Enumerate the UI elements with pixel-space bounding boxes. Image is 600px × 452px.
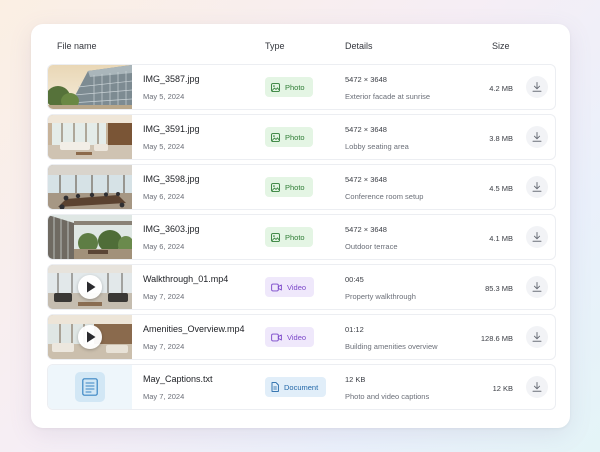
download-icon — [532, 82, 542, 92]
file-date: May 7, 2024 — [143, 392, 185, 401]
column-header-type: Type — [265, 41, 285, 51]
file-thumbnail — [48, 215, 132, 259]
details-duration: 00:45 — [345, 275, 364, 284]
file-size: 4.2 MB — [489, 84, 513, 93]
image-icon — [271, 232, 280, 242]
download-button[interactable] — [526, 376, 548, 398]
download-icon — [532, 182, 542, 192]
download-icon — [532, 382, 542, 392]
file-size: 4.5 MB — [489, 184, 513, 193]
type-label: Photo — [285, 182, 305, 192]
type-label: Photo — [285, 232, 305, 242]
download-button[interactable] — [526, 326, 548, 348]
table-row[interactable]: IMG_3598.jpg May 6, 2024 Photo 5472 × 36… — [47, 164, 556, 210]
download-icon — [532, 132, 542, 142]
file-date: May 6, 2024 — [143, 192, 185, 201]
file-list-card: File name Type Details Size IMG_3587.jpg… — [31, 24, 570, 428]
file-name: IMG_3591.jpg — [143, 124, 200, 134]
file-date: May 6, 2024 — [143, 242, 185, 251]
file-name: IMG_3603.jpg — [143, 224, 200, 234]
download-icon — [532, 232, 542, 242]
file-name: IMG_3598.jpg — [143, 174, 200, 184]
type-badge: Photo — [265, 177, 313, 197]
table-row[interactable]: IMG_3591.jpg May 5, 2024 Photo 5472 × 36… — [47, 114, 556, 160]
type-badge: Video — [265, 277, 315, 297]
file-name: Walkthrough_01.mp4 — [143, 274, 229, 284]
file-rows: IMG_3587.jpg May 5, 2024 Photo 5472 × 36… — [47, 64, 556, 414]
download-button[interactable] — [526, 276, 548, 298]
download-button[interactable] — [526, 76, 548, 98]
video-camera-icon — [271, 333, 282, 341]
document-icon — [271, 382, 279, 392]
file-size: 128.6 MB — [480, 334, 513, 343]
file-date: May 7, 2024 — [143, 342, 185, 351]
type-label: Video — [287, 332, 307, 342]
table-row[interactable]: Walkthrough_01.mp4 May 7, 2024 Video 00:… — [47, 264, 556, 310]
type-badge: Photo — [265, 227, 313, 247]
file-date: May 5, 2024 — [143, 142, 185, 151]
details-duration: 01:12 — [345, 325, 364, 334]
file-name: IMG_3587.jpg — [143, 74, 200, 84]
table-header: File name Type Details Size — [31, 24, 570, 64]
table-row[interactable]: IMG_3603.jpg May 6, 2024 Photo 5472 × 36… — [47, 214, 556, 260]
file-size: 85.3 MB — [485, 284, 513, 293]
details-primary: 5472 × 3648 — [345, 175, 387, 184]
play-button[interactable] — [78, 275, 102, 299]
type-badge: Document — [265, 377, 327, 397]
details-primary: 5472 × 3648 — [345, 225, 387, 234]
type-label: Video — [287, 282, 307, 292]
details-description: Outdoor terrace — [345, 242, 398, 251]
type-label: Document — [284, 382, 319, 392]
download-button[interactable] — [526, 126, 548, 148]
details-description: Photo and video captions — [345, 392, 430, 401]
file-size: 3.8 MB — [489, 134, 513, 143]
download-button[interactable] — [526, 176, 548, 198]
type-label: Photo — [285, 132, 305, 142]
file-date: May 5, 2024 — [143, 92, 185, 101]
file-size: 12 KB — [492, 384, 513, 393]
download-button[interactable] — [526, 226, 548, 248]
file-thumbnail — [48, 115, 132, 159]
file-thumbnail — [48, 315, 132, 359]
table-row[interactable]: IMG_3587.jpg May 5, 2024 Photo 5472 × 36… — [47, 64, 556, 110]
file-name: Amenities_Overview.mp4 — [143, 324, 245, 334]
details-description: Property walkthrough — [345, 292, 416, 301]
details-description: Lobby seating area — [345, 142, 409, 151]
file-date: May 7, 2024 — [143, 292, 185, 301]
details-primary: 5472 × 3648 — [345, 125, 387, 134]
table-row[interactable]: Amenities_Overview.mp4 May 7, 2024 Video… — [47, 314, 556, 360]
document-tile — [75, 372, 105, 402]
file-size: 4.1 MB — [489, 234, 513, 243]
details-description: Building amenities overview — [345, 342, 438, 351]
video-camera-icon — [271, 283, 282, 291]
type-label: Photo — [285, 82, 305, 92]
column-header-file-name: File name — [57, 41, 97, 51]
type-badge: Video — [265, 327, 315, 347]
file-thumbnail — [48, 165, 132, 209]
table-row[interactable]: May_Captions.txt May 7, 2024 Document 12… — [47, 364, 556, 410]
document-lines-icon — [82, 378, 98, 396]
details-primary: 12 KB — [345, 375, 366, 384]
file-name: May_Captions.txt — [143, 374, 213, 384]
details-description: Exterior facade at sunrise — [345, 92, 431, 101]
file-thumbnail — [48, 65, 132, 109]
file-thumbnail — [48, 265, 132, 309]
type-badge: Photo — [265, 77, 313, 97]
type-badge: Photo — [265, 127, 313, 147]
file-thumbnail — [48, 365, 132, 409]
image-icon — [271, 132, 280, 142]
column-header-details: Details — [345, 41, 373, 51]
download-icon — [532, 282, 542, 292]
image-icon — [271, 82, 280, 92]
details-description: Conference room setup — [345, 192, 424, 201]
image-icon — [271, 182, 280, 192]
play-button[interactable] — [78, 325, 102, 349]
play-icon — [87, 331, 96, 343]
play-icon — [87, 281, 96, 293]
details-primary: 5472 × 3648 — [345, 75, 387, 84]
column-header-size: Size — [492, 41, 510, 51]
download-icon — [532, 332, 542, 342]
